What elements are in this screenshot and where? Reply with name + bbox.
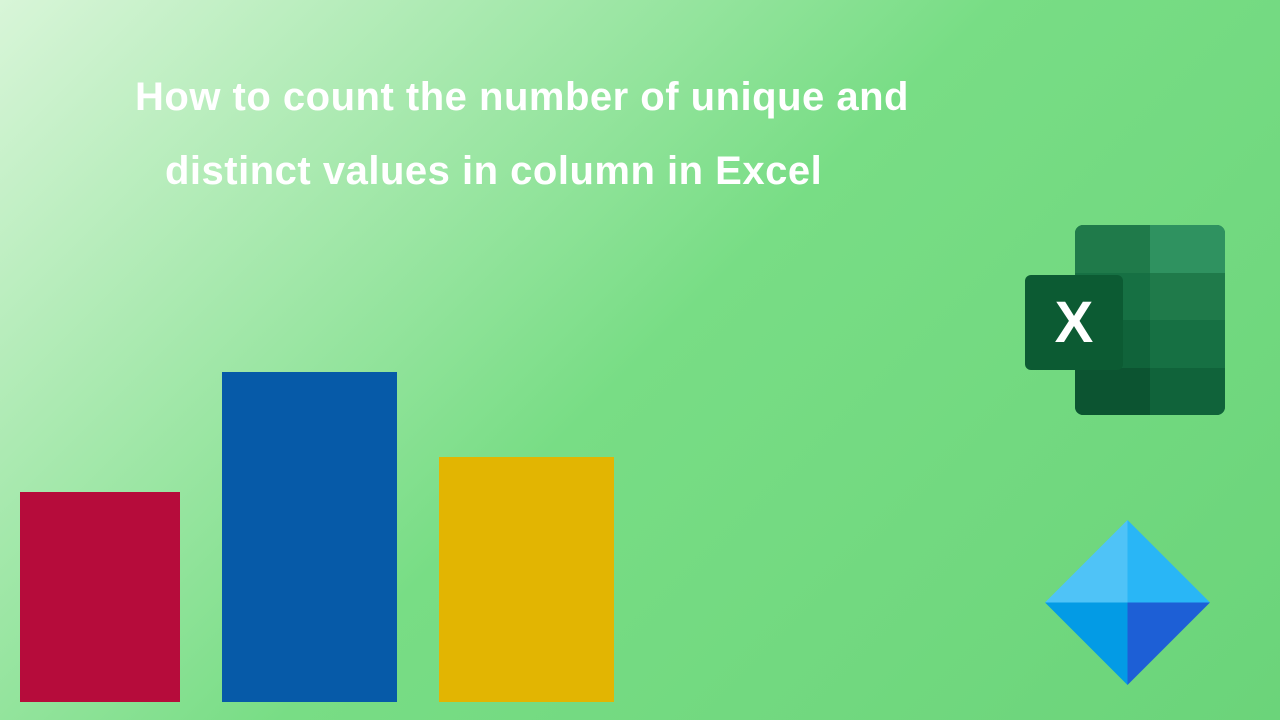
page-title: How to count the number of unique and di…: [135, 60, 1135, 208]
bar-3: [439, 457, 614, 702]
bar-2: [222, 372, 397, 702]
bar-1: [20, 492, 180, 702]
bar-chart: [0, 362, 700, 702]
excel-x-letter: X: [1025, 275, 1123, 370]
windows-club-icon: [1045, 520, 1210, 685]
title-line-1: How to count the number of unique and: [135, 60, 1135, 134]
excel-icon: X: [1025, 225, 1225, 415]
title-line-2: distinct values in column in Excel: [135, 134, 1135, 208]
